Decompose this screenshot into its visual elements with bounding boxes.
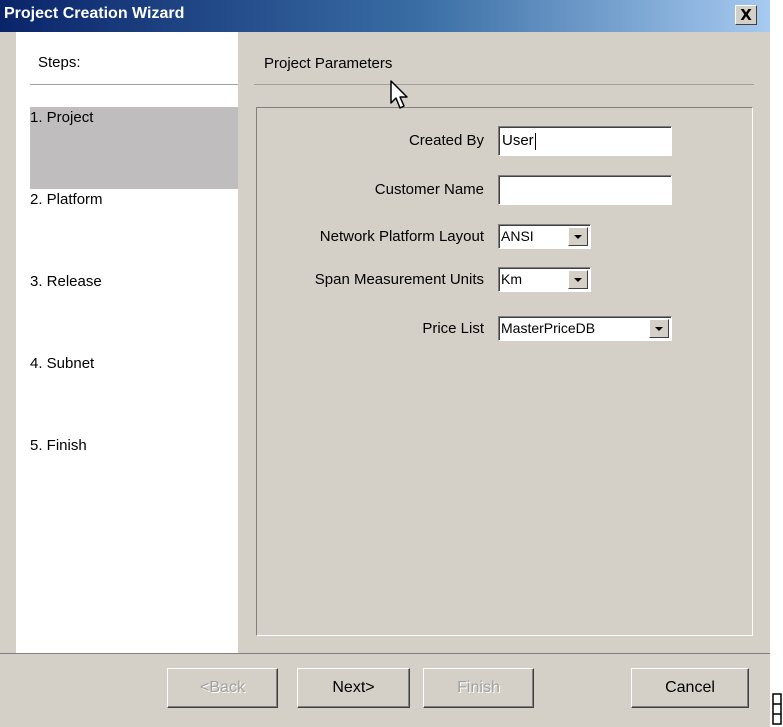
step-label: 4. Subnet xyxy=(30,355,95,372)
chevron-down-icon[interactable] xyxy=(649,319,669,338)
network-platform-layout-select[interactable]: ANSI xyxy=(498,224,591,249)
network-platform-layout-value: ANSI xyxy=(501,228,534,244)
edge-mark-icon xyxy=(772,693,782,725)
step-label: 1. Project xyxy=(30,109,94,126)
step-label: 5. Finish xyxy=(30,437,87,454)
created-by-row: Created By User xyxy=(257,126,754,156)
network-platform-layout-row: Network Platform Layout ANSI xyxy=(257,224,754,254)
network-platform-layout-label: Network Platform Layout xyxy=(319,228,484,245)
span-measurement-units-value: Km xyxy=(501,271,522,287)
created-by-label: Created By xyxy=(408,132,484,149)
span-measurement-units-select[interactable]: Km xyxy=(498,267,591,292)
steps-header: Steps: xyxy=(16,32,238,85)
step-platform[interactable]: 2. Platform xyxy=(30,189,238,271)
parameters-group: Created By User Customer Name Network Pl… xyxy=(256,107,753,636)
span-measurement-units-row: Span Measurement Units Km xyxy=(257,267,754,297)
customer-name-row: Customer Name xyxy=(257,175,754,205)
text-caret xyxy=(534,132,536,150)
cancel-button[interactable]: Cancel xyxy=(631,668,749,708)
title-divider xyxy=(254,84,754,85)
step-label: 2. Platform xyxy=(30,191,103,208)
mouse-pointer-icon xyxy=(390,80,408,109)
customer-name-input[interactable] xyxy=(498,175,672,205)
step-project[interactable]: 1. Project xyxy=(30,107,238,189)
span-measurement-units-label: Span Measurement Units xyxy=(314,271,484,288)
chevron-down-icon[interactable] xyxy=(568,227,588,246)
steps-divider xyxy=(30,84,238,85)
price-list-select[interactable]: MasterPriceDB xyxy=(498,316,672,341)
price-list-value: MasterPriceDB xyxy=(501,320,596,336)
wizard-window: Project Creation Wizard X Steps: 1. Proj… xyxy=(0,0,770,727)
step-label: 3. Release xyxy=(30,273,102,290)
title-bar[interactable]: Project Creation Wizard X xyxy=(0,0,770,32)
created-by-value: User xyxy=(502,132,534,149)
button-bar: <Back Next> Finish Cancel xyxy=(0,653,770,727)
close-icon: X xyxy=(740,5,752,24)
step-release[interactable]: 3. Release xyxy=(30,271,238,353)
finish-button[interactable]: Finish xyxy=(423,668,534,708)
back-button[interactable]: <Back xyxy=(167,668,278,708)
customer-name-label: Customer Name xyxy=(374,181,484,198)
chevron-down-icon[interactable] xyxy=(568,270,588,289)
price-list-row: Price List MasterPriceDB xyxy=(257,316,754,346)
next-button[interactable]: Next> xyxy=(297,668,410,708)
steps-header-label: Steps: xyxy=(38,54,81,71)
price-list-label: Price List xyxy=(422,320,484,337)
close-button[interactable]: X xyxy=(735,5,757,25)
step-finish[interactable]: 5. Finish xyxy=(30,435,238,517)
main-panel: Project Parameters Created By User Custo… xyxy=(238,32,770,653)
window-title: Project Creation Wizard xyxy=(4,5,185,22)
step-subnet[interactable]: 4. Subnet xyxy=(30,353,238,435)
steps-panel: Steps: 1. Project 2. Platform 3. Release… xyxy=(16,32,238,653)
created-by-input[interactable]: User xyxy=(498,126,672,156)
page-title: Project Parameters xyxy=(264,55,393,72)
